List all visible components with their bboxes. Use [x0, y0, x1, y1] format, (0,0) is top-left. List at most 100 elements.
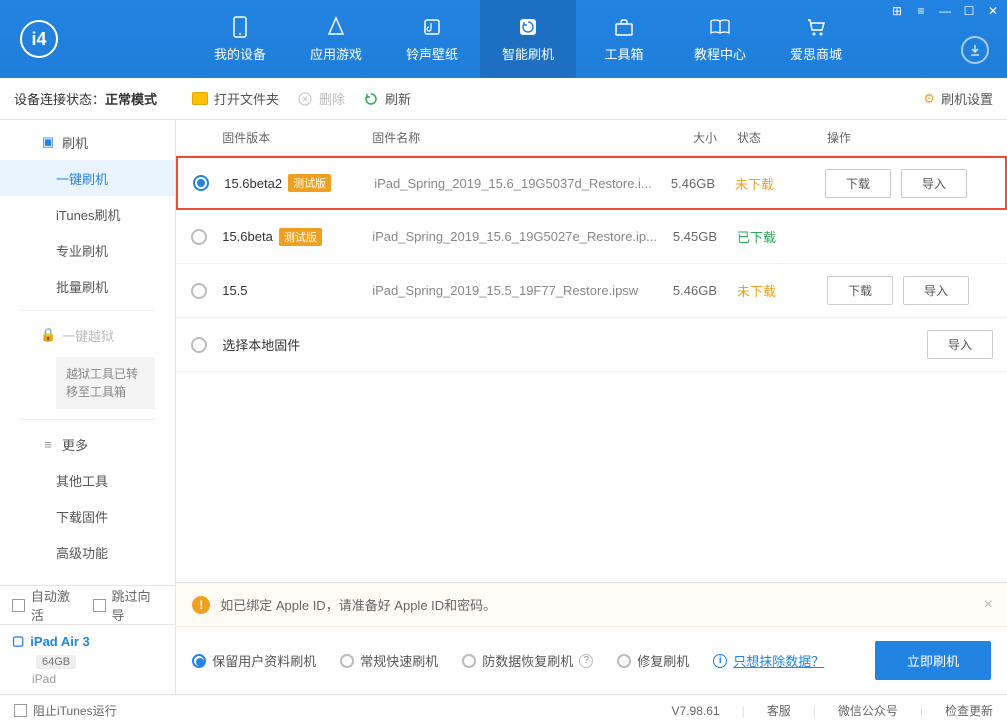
opt-keep-data[interactable]: 保留用户资料刷机	[192, 651, 316, 670]
jailbreak-note: 越狱工具已转移至工具箱	[56, 357, 155, 409]
fw-status: 已下载	[737, 227, 827, 246]
sidebar-itunes-flash[interactable]: iTunes刷机	[0, 196, 175, 232]
warning-icon: !	[192, 596, 210, 614]
fw-version: 15.5	[222, 283, 247, 298]
nav-smart-flash[interactable]: 智能刷机	[480, 0, 576, 78]
main-area: ▣ 刷机 一键刷机 iTunes刷机 专业刷机 批量刷机 🔒 一键越狱 越狱工具…	[0, 120, 1007, 694]
nav-my-device[interactable]: 我的设备	[192, 0, 288, 78]
nav-store[interactable]: 爱思商城	[768, 0, 864, 78]
status-bar: 阻止iTunes运行 V7.98.61 | 客服 | 微信公众号 | 检查更新	[0, 694, 1007, 726]
sidebar-one-click-flash[interactable]: 一键刷机	[0, 160, 175, 196]
fw-status: 未下载	[737, 281, 827, 300]
tablet-icon: ▢	[12, 633, 24, 649]
firmware-row: 15.6beta2 测试版 iPad_Spring_2019_15.6_19G5…	[176, 156, 1007, 210]
opt-recover[interactable]: 防数据恢复刷机?	[462, 651, 593, 670]
block-itunes-checkbox[interactable]: 阻止iTunes运行	[14, 702, 117, 719]
skip-guide-checkbox[interactable]: 跳过向导	[93, 586, 164, 624]
flash-now-button[interactable]: 立即刷机	[875, 641, 991, 680]
firmware-radio[interactable]	[191, 283, 207, 299]
toolbox-icon	[613, 16, 635, 38]
sidebar-pro-flash[interactable]: 专业刷机	[0, 232, 175, 268]
fw-name: iPad_Spring_2019_15.5_19F77_Restore.ipsw	[372, 283, 657, 298]
local-fw-label: 选择本地固件	[222, 335, 300, 354]
nav-toolbox[interactable]: 工具箱	[576, 0, 672, 78]
firmware-radio[interactable]	[191, 337, 207, 353]
import-button[interactable]: 导入	[901, 169, 967, 198]
flash-settings-button[interactable]: ⚙ 刷机设置	[923, 89, 993, 108]
th-name: 固件名称	[372, 129, 657, 146]
sidebar-other-tools[interactable]: 其他工具	[0, 462, 175, 498]
firmware-radio[interactable]	[191, 229, 207, 245]
sidebar-flash[interactable]: ▣ 刷机	[0, 124, 175, 160]
fw-size: 5.46GB	[657, 283, 737, 298]
beta-badge: 测试版	[279, 228, 322, 246]
nav-ringtones[interactable]: 铃声壁纸	[384, 0, 480, 78]
sidebar-advanced[interactable]: 高级功能	[0, 534, 175, 570]
erase-data-link[interactable]: 只想抹除数据？	[733, 651, 824, 670]
cart-icon	[805, 16, 827, 38]
wechat-link[interactable]: 微信公众号	[838, 702, 898, 719]
version-label: V7.98.61	[672, 704, 720, 718]
fw-name: iPad_Spring_2019_15.6_19G5037d_Restore.i…	[374, 176, 655, 191]
sidebar-bottom: 自动激活 跳过向导 ▢ iPad Air 3 64GB iPad	[0, 585, 175, 694]
nav-tutorials[interactable]: 教程中心	[672, 0, 768, 78]
th-status: 状态	[737, 129, 827, 146]
folder-icon	[192, 91, 208, 107]
lock-icon: 🔒	[40, 327, 56, 343]
book-icon	[709, 16, 731, 38]
sidebar-download-firmware[interactable]: 下载固件	[0, 498, 175, 534]
refresh-button[interactable]: 刷新	[363, 89, 411, 108]
sidebar-more[interactable]: ≡ 更多	[0, 426, 175, 462]
download-indicator[interactable]	[961, 36, 989, 64]
beta-badge: 测试版	[288, 174, 331, 192]
maximize-icon[interactable]: ☐	[961, 4, 977, 18]
fw-version: 15.6beta2	[224, 176, 282, 191]
device-name[interactable]: ▢ iPad Air 3	[12, 633, 163, 649]
info-icon[interactable]: i	[713, 654, 727, 668]
check-update-link[interactable]: 检查更新	[945, 702, 993, 719]
sidebar-batch-flash[interactable]: 批量刷机	[0, 268, 175, 304]
fw-size: 5.46GB	[655, 176, 735, 191]
fw-name: iPad_Spring_2019_15.6_19G5027e_Restore.i…	[372, 229, 657, 244]
opt-repair[interactable]: 修复刷机	[617, 651, 689, 670]
fw-version: 15.6beta	[222, 229, 273, 244]
refresh-icon	[517, 16, 539, 38]
delete-button[interactable]: 删除	[297, 89, 345, 108]
download-button[interactable]: 下载	[825, 169, 891, 198]
app-header: i4 爱思助手 www.i4.cn 我的设备 应用游戏 铃声壁纸 智能刷机 工具…	[0, 0, 1007, 78]
refresh-small-icon	[363, 91, 379, 107]
more-icon: ≡	[40, 437, 56, 452]
import-button[interactable]: 导入	[903, 276, 969, 305]
menu-icon[interactable]: ≡	[913, 4, 929, 18]
warning-text: 如已绑定 Apple ID，请准备好 Apple ID和密码。	[220, 595, 496, 614]
firmware-row: 15.6beta 测试版 iPad_Spring_2019_15.6_19G50…	[176, 210, 1007, 264]
main-nav: 我的设备 应用游戏 铃声壁纸 智能刷机 工具箱 教程中心 爱思商城	[192, 0, 864, 78]
auto-activate-checkbox[interactable]: 自动激活	[12, 586, 83, 624]
nav-apps[interactable]: 应用游戏	[288, 0, 384, 78]
separator	[20, 419, 155, 420]
device-storage: 64GB	[36, 655, 76, 669]
opt-normal[interactable]: 常规快速刷机	[340, 651, 438, 670]
grid-icon[interactable]: ⊞	[889, 4, 905, 18]
help-icon[interactable]: ?	[579, 654, 593, 668]
apps-icon	[325, 16, 347, 38]
flash-icon: ▣	[40, 134, 56, 150]
device-type: iPad	[32, 672, 163, 686]
close-warning-button[interactable]: ×	[984, 596, 993, 614]
import-button[interactable]: 导入	[927, 330, 993, 359]
download-button[interactable]: 下载	[827, 276, 893, 305]
delete-icon	[297, 91, 313, 107]
open-folder-button[interactable]: 打开文件夹	[192, 89, 279, 108]
fw-size: 5.45GB	[657, 229, 737, 244]
local-firmware-row: 选择本地固件 导入	[176, 318, 1007, 372]
minimize-icon[interactable]: —	[937, 4, 953, 18]
flash-options: 保留用户资料刷机 常规快速刷机 防数据恢复刷机? 修复刷机 i 只想抹除数据？ 立…	[176, 627, 1007, 694]
customer-service-link[interactable]: 客服	[767, 702, 791, 719]
firmware-radio[interactable]	[193, 175, 209, 191]
bottom-panel: ! 如已绑定 Apple ID，请准备好 Apple ID和密码。 × 保留用户…	[176, 582, 1007, 694]
gear-icon: ⚙	[923, 91, 935, 107]
close-icon[interactable]: ✕	[985, 4, 1001, 18]
firmware-row: 15.5 iPad_Spring_2019_15.5_19F77_Restore…	[176, 264, 1007, 318]
logo-icon: i4	[20, 20, 58, 58]
download-icon	[968, 43, 982, 57]
